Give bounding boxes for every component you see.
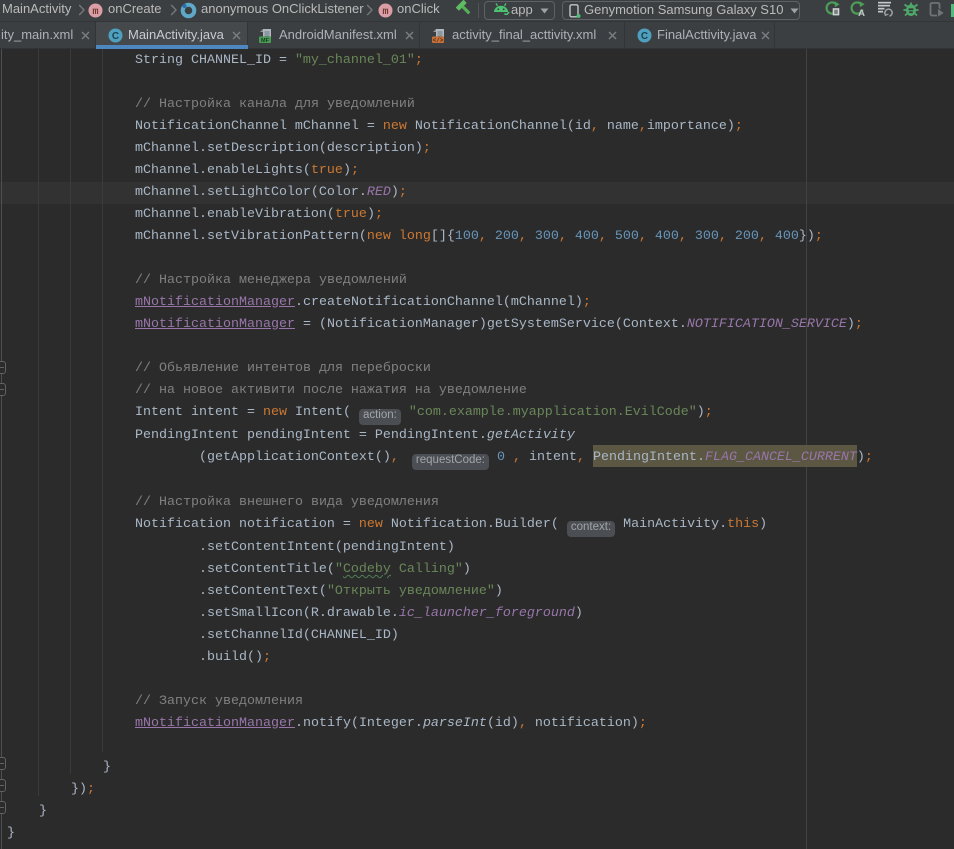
svg-text:MF: MF <box>261 38 270 44</box>
svg-text:C: C <box>112 31 119 42</box>
svg-text:A: A <box>858 8 865 18</box>
svg-text:m: m <box>92 7 98 18</box>
svg-text:C: C <box>641 31 648 42</box>
svg-text:m: m <box>382 7 388 18</box>
svg-text:</>: </> <box>433 37 444 44</box>
